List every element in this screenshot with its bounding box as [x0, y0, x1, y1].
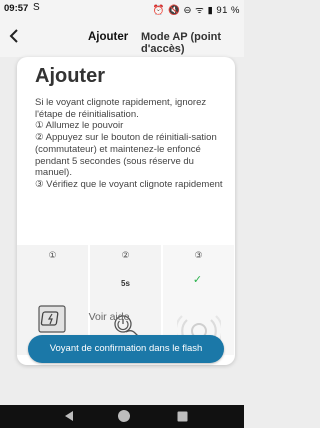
back-button[interactable]	[3, 27, 25, 49]
nav-recent-apps-icon[interactable]	[177, 411, 188, 422]
nav-home-icon[interactable]	[117, 409, 131, 423]
page-title: Ajouter	[88, 31, 129, 43]
chevron-left-icon	[9, 29, 18, 43]
status-time: 09:57	[4, 3, 29, 14]
status-bar: 09:57 S ⏰ 🔇 ⊖ ᯤ ▮ 91 %	[0, 0, 244, 17]
card-title: Ajouter	[35, 65, 105, 87]
step-3-number: ③	[194, 250, 203, 260]
nav-back-icon[interactable]	[63, 410, 75, 422]
tab-ap-mode[interactable]: Mode AP (point d'accès)	[141, 31, 244, 55]
step-2-number: ②	[121, 250, 130, 260]
instruction-step-3: ③ Vérifiez que le voyant clignote rapide…	[35, 178, 223, 190]
instruction-step-1: ① Allumez le pouvoir	[35, 120, 124, 132]
header: Ajouter Mode AP (point d'accès)	[0, 17, 244, 57]
navigation-bar	[0, 405, 244, 428]
system-status-icons: ⏰ 🔇 ⊖ ᯤ ▮ 91 %	[152, 5, 240, 16]
step-3-check-icon: ✓	[192, 274, 203, 286]
step-2-duration: 5s	[121, 279, 130, 288]
step-1-number: ①	[48, 250, 57, 260]
instruction-step-2: ② Appuyez sur le bouton de réinitiali-sa…	[35, 132, 217, 179]
confirm-flash-button[interactable]: Voyant de confirmation dans le flash	[28, 335, 224, 363]
app-notification-icon: S	[33, 2, 40, 13]
see-help-link[interactable]: Voir aide	[0, 311, 218, 323]
instruction-intro: Si le voyant clignote rapidement, ignore…	[35, 97, 207, 120]
instructions-text: Si le voyant clignote rapidement, ignore…	[35, 97, 229, 191]
